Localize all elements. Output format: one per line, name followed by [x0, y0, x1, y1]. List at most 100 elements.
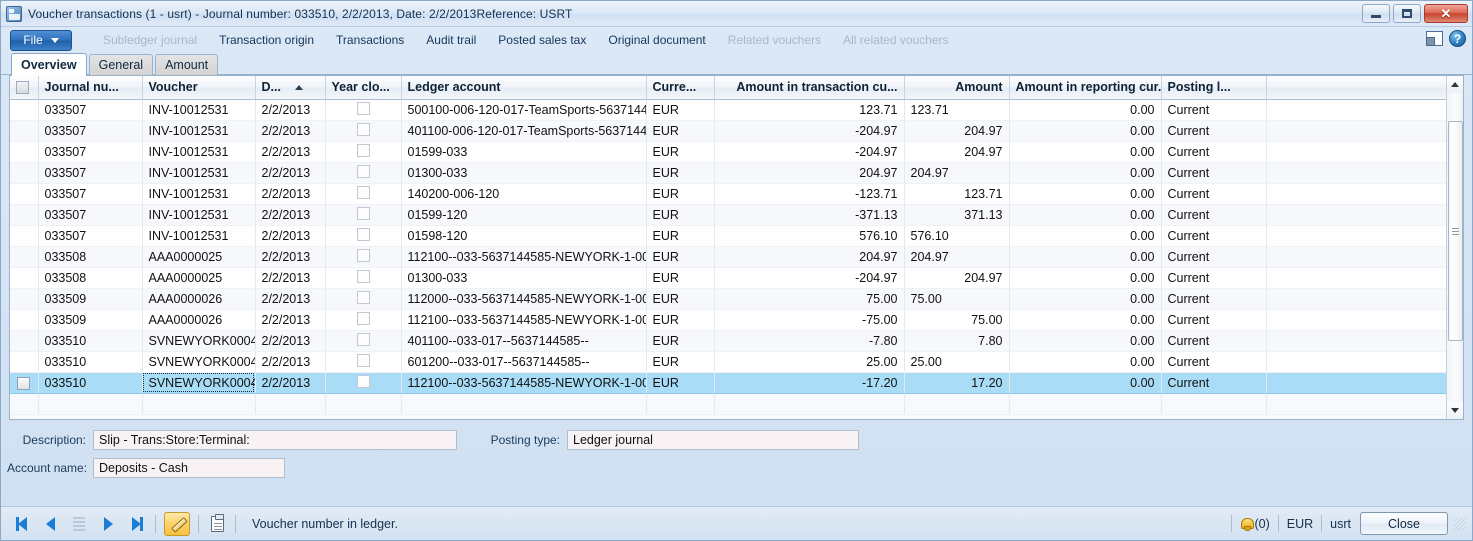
cell-currency[interactable]: EUR: [646, 330, 715, 352]
row-selector-cell[interactable]: [10, 99, 39, 121]
cell-journal-number[interactable]: 033507: [38, 120, 143, 142]
cell-currency[interactable]: EUR: [646, 246, 715, 268]
cell-amount-reporting-currency[interactable]: 0.00: [1009, 183, 1162, 205]
cell-date[interactable]: 2/2/2013: [255, 372, 326, 394]
cell-voucher[interactable]: SVNEWYORK000481: [142, 372, 256, 394]
cell-amount-transaction-currency[interactable]: -204.97: [714, 267, 905, 289]
cell-currency[interactable]: EUR: [646, 162, 715, 184]
row-selector-cell[interactable]: [10, 246, 39, 268]
cell-ledger-account[interactable]: 01300-033: [401, 162, 647, 184]
column-header-amount[interactable]: Amount: [904, 76, 1010, 100]
cell-ledger-account[interactable]: 140200-006-120: [401, 183, 647, 205]
cell-posting-layer[interactable]: Current: [1161, 141, 1267, 163]
row-selector-cell[interactable]: [10, 267, 39, 289]
cell-amount-reporting-currency[interactable]: 0.00: [1009, 120, 1162, 142]
column-header-amount-reporting-currency[interactable]: Amount in reporting cur...: [1009, 76, 1162, 100]
cell-amount-transaction-currency[interactable]: -75.00: [714, 309, 905, 331]
cell-posting-layer[interactable]: Current: [1161, 225, 1267, 247]
cell-year-closed[interactable]: [325, 309, 402, 331]
cell-journal-number[interactable]: 033507: [38, 141, 143, 163]
cell-date[interactable]: 2/2/2013: [255, 225, 326, 247]
cell-year-closed[interactable]: [325, 246, 402, 268]
cell-posting-layer[interactable]: Current: [1161, 309, 1267, 331]
cell-amount[interactable]: 576.10: [904, 225, 1010, 247]
cell-year-closed[interactable]: [325, 204, 402, 226]
cell-voucher[interactable]: INV-10012531: [142, 99, 256, 121]
cell-posting-layer[interactable]: Current: [1161, 183, 1267, 205]
year-closed-checkbox[interactable]: [356, 353, 370, 367]
cell-ledger-account[interactable]: 01599-033: [401, 141, 647, 163]
row-selector-cell[interactable]: [10, 330, 39, 352]
cell-amount-transaction-currency[interactable]: -371.13: [714, 204, 905, 226]
year-closed-checkbox[interactable]: [356, 101, 370, 115]
cell-amount-reporting-currency[interactable]: 0.00: [1009, 372, 1162, 394]
year-closed-checkbox[interactable]: [356, 332, 370, 346]
row-selector-cell[interactable]: [10, 120, 39, 142]
cell-amount-transaction-currency[interactable]: 123.71: [714, 99, 905, 121]
cell-voucher[interactable]: INV-10012531: [142, 183, 256, 205]
year-closed-checkbox[interactable]: [356, 143, 370, 157]
select-all-checkbox[interactable]: [16, 81, 29, 95]
nav-grid-button[interactable]: [69, 514, 89, 534]
cell-date[interactable]: 2/2/2013: [255, 99, 326, 121]
cell-amount-reporting-currency[interactable]: 0.00: [1009, 162, 1162, 184]
cell-date[interactable]: 2/2/2013: [255, 141, 326, 163]
menu-item-transactions[interactable]: Transactions: [325, 27, 415, 53]
layout-pane-icon[interactable]: [1426, 31, 1443, 46]
cell-amount-transaction-currency[interactable]: 204.97: [714, 246, 905, 268]
scroll-down-button[interactable]: [1446, 402, 1463, 419]
cell-amount-transaction-currency[interactable]: -123.71: [714, 183, 905, 205]
cell-amount[interactable]: 204.97: [904, 120, 1010, 142]
row-selector-cell[interactable]: [10, 141, 39, 163]
cell-currency[interactable]: EUR: [646, 204, 715, 226]
scrollbar-track[interactable]: [1447, 93, 1464, 402]
cell-amount-transaction-currency[interactable]: -204.97: [714, 141, 905, 163]
menu-item-posted-sales-tax[interactable]: Posted sales tax: [487, 27, 597, 53]
year-closed-checkbox[interactable]: [356, 374, 370, 388]
column-header-posting-layer[interactable]: Posting l...: [1161, 76, 1267, 100]
cell-currency[interactable]: EUR: [646, 372, 715, 394]
cell-ledger-account[interactable]: 01598-120: [401, 225, 647, 247]
cell-journal-number[interactable]: 033510: [38, 351, 143, 373]
column-header-currency[interactable]: Curre...: [646, 76, 715, 100]
cell-amount-transaction-currency[interactable]: -17.20: [714, 372, 905, 394]
year-closed-checkbox[interactable]: [356, 185, 370, 199]
row-selector-cell[interactable]: [10, 162, 39, 184]
table-row[interactable]: 033507 INV-10012531 2/2/2013 01599-120 EUR -3…: [10, 204, 1446, 226]
menu-item-transaction-origin[interactable]: Transaction origin: [208, 27, 325, 53]
tab-general[interactable]: General: [88, 54, 154, 75]
row-selector-cell[interactable]: [10, 372, 39, 394]
cell-amount-transaction-currency[interactable]: 25.00: [714, 351, 905, 373]
column-header-voucher[interactable]: Voucher: [142, 76, 256, 100]
cell-voucher[interactable]: SVNEWYORK000481: [142, 330, 256, 352]
year-closed-checkbox[interactable]: [356, 206, 370, 220]
cell-posting-layer[interactable]: Current: [1161, 288, 1267, 310]
row-selector-cell[interactable]: [10, 204, 39, 226]
cell-ledger-account[interactable]: 601200--033-017--5637144585--: [401, 351, 647, 373]
year-closed-checkbox[interactable]: [356, 290, 370, 304]
cell-year-closed[interactable]: [325, 162, 402, 184]
cell-voucher[interactable]: AAA0000026: [142, 288, 256, 310]
cell-year-closed[interactable]: [325, 267, 402, 289]
scroll-up-button[interactable]: [1446, 76, 1463, 93]
minimize-button[interactable]: [1362, 4, 1390, 23]
column-header-year-closed[interactable]: Year clo...: [325, 76, 402, 100]
row-select-checkbox[interactable]: [17, 376, 31, 390]
cell-date[interactable]: 2/2/2013: [255, 267, 326, 289]
cell-posting-layer[interactable]: Current: [1161, 204, 1267, 226]
description-field[interactable]: Slip - Trans:Store:Terminal:: [93, 430, 457, 450]
cell-amount-reporting-currency[interactable]: 0.00: [1009, 225, 1162, 247]
cell-currency[interactable]: EUR: [646, 120, 715, 142]
year-closed-checkbox[interactable]: [356, 164, 370, 178]
cell-ledger-account[interactable]: 112000--033-5637144585-NEWYORK-1-000...: [401, 288, 647, 310]
cell-amount-transaction-currency[interactable]: 576.10: [714, 225, 905, 247]
cell-amount[interactable]: 204.97: [904, 267, 1010, 289]
cell-amount-reporting-currency[interactable]: 0.00: [1009, 351, 1162, 373]
cell-currency[interactable]: EUR: [646, 99, 715, 121]
table-row[interactable]: 033507 INV-10012531 2/2/2013 140200-006-120…: [10, 183, 1446, 205]
cell-year-closed[interactable]: [325, 120, 402, 142]
cell-date[interactable]: 2/2/2013: [255, 330, 326, 352]
cell-journal-number[interactable]: 033507: [38, 204, 143, 226]
cell-amount-transaction-currency[interactable]: -7.80: [714, 330, 905, 352]
edit-record-button[interactable]: [164, 511, 190, 536]
